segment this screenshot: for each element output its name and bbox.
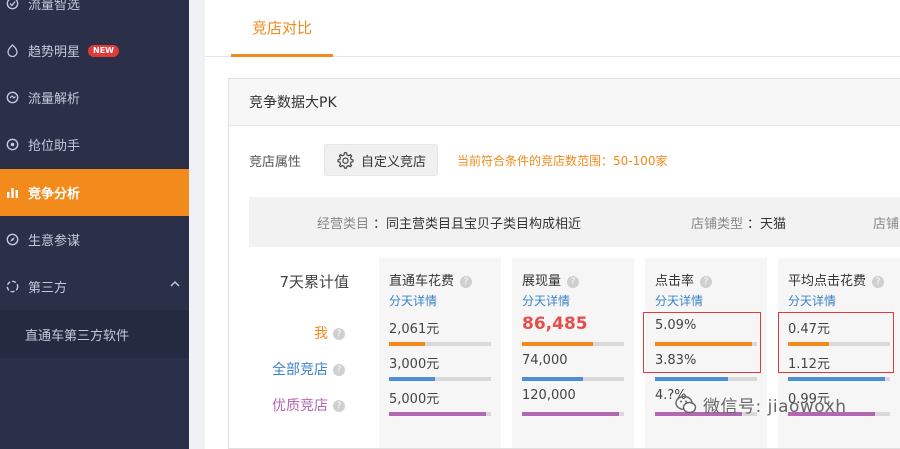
daily-detail-link[interactable]: 分天详情 [655, 292, 703, 309]
row-label-me: 我? [235, 323, 345, 343]
shop-type-value: ：天猫 [747, 217, 787, 232]
metric-card: 点击率? 分天详情 5.09% 3.83% 4.?% [643, 258, 767, 448]
compass-icon [5, 233, 19, 247]
metric-quality-fill [522, 412, 619, 416]
help-icon[interactable]: ? [872, 275, 885, 288]
sidebar-item-trend-star[interactable]: 趋势明星 NEW [0, 27, 189, 74]
help-icon[interactable]: ? [333, 364, 345, 376]
metric-name: 直通车花费? [389, 270, 473, 289]
sidebar: 流量智选 趋势明星 NEW 流量解析 抢位助手 竞争分析 生意参谋 第三方 直通… [0, 0, 189, 449]
range-note: 当前符合条件的竞店数范围：50-100家 [457, 154, 668, 168]
metric-me-bar [522, 342, 624, 346]
watermark: 微信号: jiaowoxh [675, 392, 847, 417]
sidebar-item-label: 趋势明星 [28, 45, 81, 60]
sidebar-item-label: 竞争分析 [28, 187, 81, 202]
help-icon[interactable]: ? [333, 400, 345, 412]
sidebar-item-label: 流量智选 [28, 0, 81, 13]
traffic-analysis-icon [5, 91, 19, 105]
category-value: ：同主营类目且宝贝子类目构成相近 [373, 217, 582, 232]
metric-quality-value: 120,000 [522, 388, 576, 403]
card-title: 竞争数据大PK [229, 79, 900, 126]
metric-me-value: 86,485 [522, 314, 588, 334]
metric-me-fill [522, 342, 594, 346]
metric-all-value: 74,000 [522, 353, 568, 368]
metric-me-value: 2,061元 [389, 322, 440, 337]
metric-quality-fill [389, 412, 486, 416]
row-label-quality-text: 优质竞店 [272, 398, 328, 414]
sidebar-item-label: 第三方 [28, 281, 68, 296]
row-label-all-text: 全部竞店 [272, 362, 328, 378]
custom-competitor-label: 自定义竞店 [360, 154, 426, 170]
watermark-text: 微信号: jiaowoxh [703, 397, 847, 417]
metric-me-fill [389, 342, 425, 346]
metric-all-bar [522, 377, 624, 381]
trend-star-icon [5, 44, 19, 58]
traffic-select-icon [5, 0, 19, 11]
daily-detail-link[interactable]: 分天详情 [522, 292, 570, 309]
sidebar-item-label: 抢位助手 [28, 139, 81, 154]
sidebar-item-competition-analysis[interactable]: 竞争分析 [0, 169, 189, 216]
row-label-me-text: 我 [314, 326, 328, 342]
metric-all-bar [389, 377, 491, 381]
metric-name-text: 展现量 [522, 274, 562, 289]
gear-icon [336, 151, 354, 169]
highlight-box [643, 312, 761, 373]
metric-quality-value: 5,000元 [389, 392, 440, 407]
daily-detail-link[interactable]: 分天详情 [389, 292, 437, 309]
metric-all-fill [389, 377, 435, 381]
row-label-7day: 7天累计值 [279, 273, 349, 291]
daily-detail-link[interactable]: 分天详情 [788, 292, 836, 309]
help-icon[interactable]: ? [700, 275, 713, 288]
filter-bar: 经营类目 ：同主营类目且宝贝子类目构成相近 店铺类型 ：天猫 店铺 [249, 197, 900, 247]
rank-helper-icon [5, 138, 19, 152]
metric-name: 平均点击花费? [788, 270, 885, 289]
shop-cut-label: 店铺 [873, 217, 900, 232]
metric-name-text: 平均点击花费 [788, 274, 867, 289]
metric-name-text: 直通车花费 [389, 274, 455, 289]
metric-all-fill [788, 377, 885, 381]
third-party-icon [5, 280, 19, 294]
wechat-icon [675, 395, 697, 415]
sidebar-subitem-third-party-software[interactable]: 直通车第三方软件 [0, 310, 189, 358]
metric-all-bar [655, 377, 757, 381]
help-icon[interactable]: ? [333, 328, 345, 340]
highlight-box [778, 312, 894, 373]
row-label-all: 全部竞店? [235, 359, 345, 379]
new-badge: NEW [88, 44, 119, 57]
shop-type-label: 店铺类型 [691, 217, 744, 232]
bar-chart-icon [5, 186, 19, 200]
sidebar-item-traffic-analysis[interactable]: 流量解析 [0, 74, 189, 121]
row-label-quality: 优质竞店? [235, 395, 345, 415]
help-icon[interactable]: ? [460, 275, 473, 288]
metric-name: 点击率? [655, 270, 713, 289]
sidebar-item-label: 生意参谋 [28, 234, 81, 249]
shop-attr-label: 竞店属性 [249, 155, 302, 170]
help-icon[interactable]: ? [567, 275, 580, 288]
metric-card: 展现量? 分天详情 86,485 74,000 120,000 [512, 258, 634, 448]
sidebar-item-traffic-select[interactable]: 流量智选 [0, 0, 189, 27]
chevron-up-icon[interactable] [169, 278, 181, 294]
metric-all-bar [788, 377, 890, 381]
sidebar-item-label: 流量解析 [28, 92, 81, 107]
category-label: 经营类目 [317, 217, 370, 232]
metric-all-fill [655, 377, 729, 381]
tab-competitor-compare[interactable]: 竞店对比 [231, 0, 333, 57]
sidebar-item-rank-helper[interactable]: 抢位助手 [0, 121, 189, 168]
metric-quality-bar [389, 412, 491, 416]
sidebar-item-business-advisor[interactable]: 生意参谋 [0, 216, 189, 263]
main-content: 竞店对比 竞争数据大PK 竞店属性 自定义竞店 当前符合条件的竞店数范围：50-… [205, 0, 900, 449]
metric-card: 平均点击花费? 分天详情 0.47元 1.12元 0.99元 [778, 258, 900, 448]
metric-card: 直通车花费? 分天详情 2,061元 3,000元 5,000元 [379, 258, 501, 448]
tab-bar: 竞店对比 [205, 0, 900, 57]
metric-name: 展现量? [522, 270, 580, 289]
metric-quality-bar [522, 412, 624, 416]
metric-me-bar [389, 342, 491, 346]
custom-competitor-button[interactable]: 自定义竞店 [324, 144, 438, 176]
metric-all-value: 3,000元 [389, 357, 440, 372]
metric-name-text: 点击率 [655, 274, 695, 289]
metric-all-fill [522, 377, 584, 381]
sidebar-item-third-party[interactable]: 第三方 [0, 263, 189, 310]
